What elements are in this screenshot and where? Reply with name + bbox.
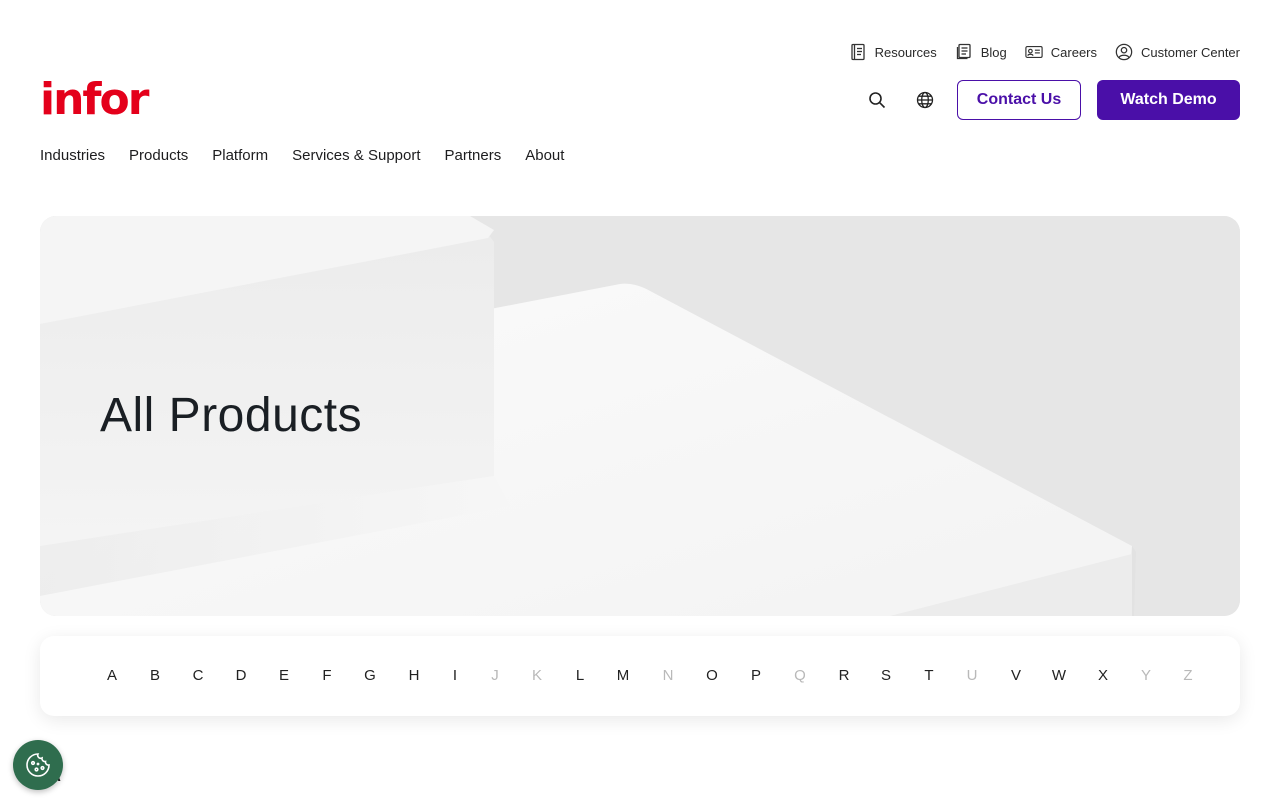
header-actions: Contact Us Watch Demo — [853, 80, 1240, 120]
alpha-letter-z: Z — [1183, 667, 1193, 684]
cookie-settings-button[interactable] — [13, 740, 63, 790]
alpha-letter-v[interactable]: V — [1006, 666, 1026, 686]
language-button[interactable] — [901, 80, 949, 120]
search-button[interactable] — [853, 80, 901, 120]
user-circle-icon — [1115, 43, 1133, 61]
alpha-letter-h[interactable]: H — [404, 666, 424, 686]
alpha-letter-w[interactable]: W — [1049, 666, 1069, 686]
logo-wordmark: infor — [40, 74, 149, 125]
alpha-letter-r[interactable]: R — [834, 666, 854, 686]
customer-center-label: Customer Center — [1141, 44, 1240, 60]
nav-industries[interactable]: Industries — [40, 146, 105, 166]
alpha-letter-t[interactable]: T — [919, 666, 939, 686]
blog-link[interactable]: Blog — [955, 43, 1007, 61]
customer-center-link[interactable]: Customer Center — [1115, 43, 1240, 61]
careers-label: Careers — [1050, 44, 1098, 60]
alpha-letter-b[interactable]: B — [145, 666, 165, 686]
alpha-letter-u: U — [966, 667, 978, 684]
alpha-letter-a[interactable]: A — [102, 666, 122, 686]
alpha-letter-o[interactable]: O — [702, 666, 722, 686]
id-card-icon — [1025, 46, 1043, 58]
alpha-letter-g[interactable]: G — [360, 666, 380, 686]
nav-services-support[interactable]: Services & Support — [292, 146, 420, 166]
alpha-letter-l[interactable]: L — [570, 666, 590, 686]
alpha-letter-n: N — [662, 667, 674, 684]
document-stack-icon — [956, 43, 971, 60]
alpha-letter-m[interactable]: M — [613, 666, 633, 686]
infor-logo[interactable]: infor — [40, 78, 149, 122]
alpha-letter-i[interactable]: I — [445, 666, 465, 686]
alpha-letter-s[interactable]: S — [876, 666, 896, 686]
alpha-letter-j: J — [491, 667, 499, 684]
alpha-letter-p[interactable]: P — [746, 666, 766, 686]
main-nav: Industries Products Platform Services & … — [40, 146, 564, 166]
page-title: All Products — [100, 389, 363, 442]
nav-partners[interactable]: Partners — [445, 146, 502, 166]
resources-label: Resources — [874, 44, 937, 60]
contact-us-button[interactable]: Contact Us — [957, 80, 1081, 120]
utility-nav: Resources Blog Careers Customer Center — [849, 40, 1240, 64]
alpha-letter-c[interactable]: C — [188, 666, 208, 686]
cookie-icon — [26, 753, 50, 777]
resources-link[interactable]: Resources — [849, 43, 937, 61]
book-icon — [850, 43, 865, 61]
alpha-letter-x[interactable]: X — [1093, 666, 1113, 686]
alpha-letter-k: K — [531, 667, 542, 684]
alpha-letter-f[interactable]: F — [317, 666, 337, 686]
alphabet-filter: A B C D E F G H I J K L M N O P Q R S T U V W X Y Z — [40, 636, 1240, 716]
alpha-letter-q: Q — [794, 667, 806, 684]
search-icon — [869, 92, 886, 109]
watch-demo-button[interactable]: Watch Demo — [1097, 80, 1240, 120]
hero-banner: All Products — [40, 216, 1240, 616]
alpha-letter-d[interactable]: D — [231, 666, 251, 686]
nav-products[interactable]: Products — [129, 146, 188, 166]
globe-icon — [916, 91, 934, 109]
alpha-letter-y: Y — [1140, 667, 1151, 684]
blog-label: Blog — [980, 44, 1007, 60]
nav-about[interactable]: About — [525, 146, 564, 166]
nav-platform[interactable]: Platform — [212, 146, 268, 166]
alpha-letter-e[interactable]: E — [274, 666, 294, 686]
careers-link[interactable]: Careers — [1025, 43, 1097, 61]
